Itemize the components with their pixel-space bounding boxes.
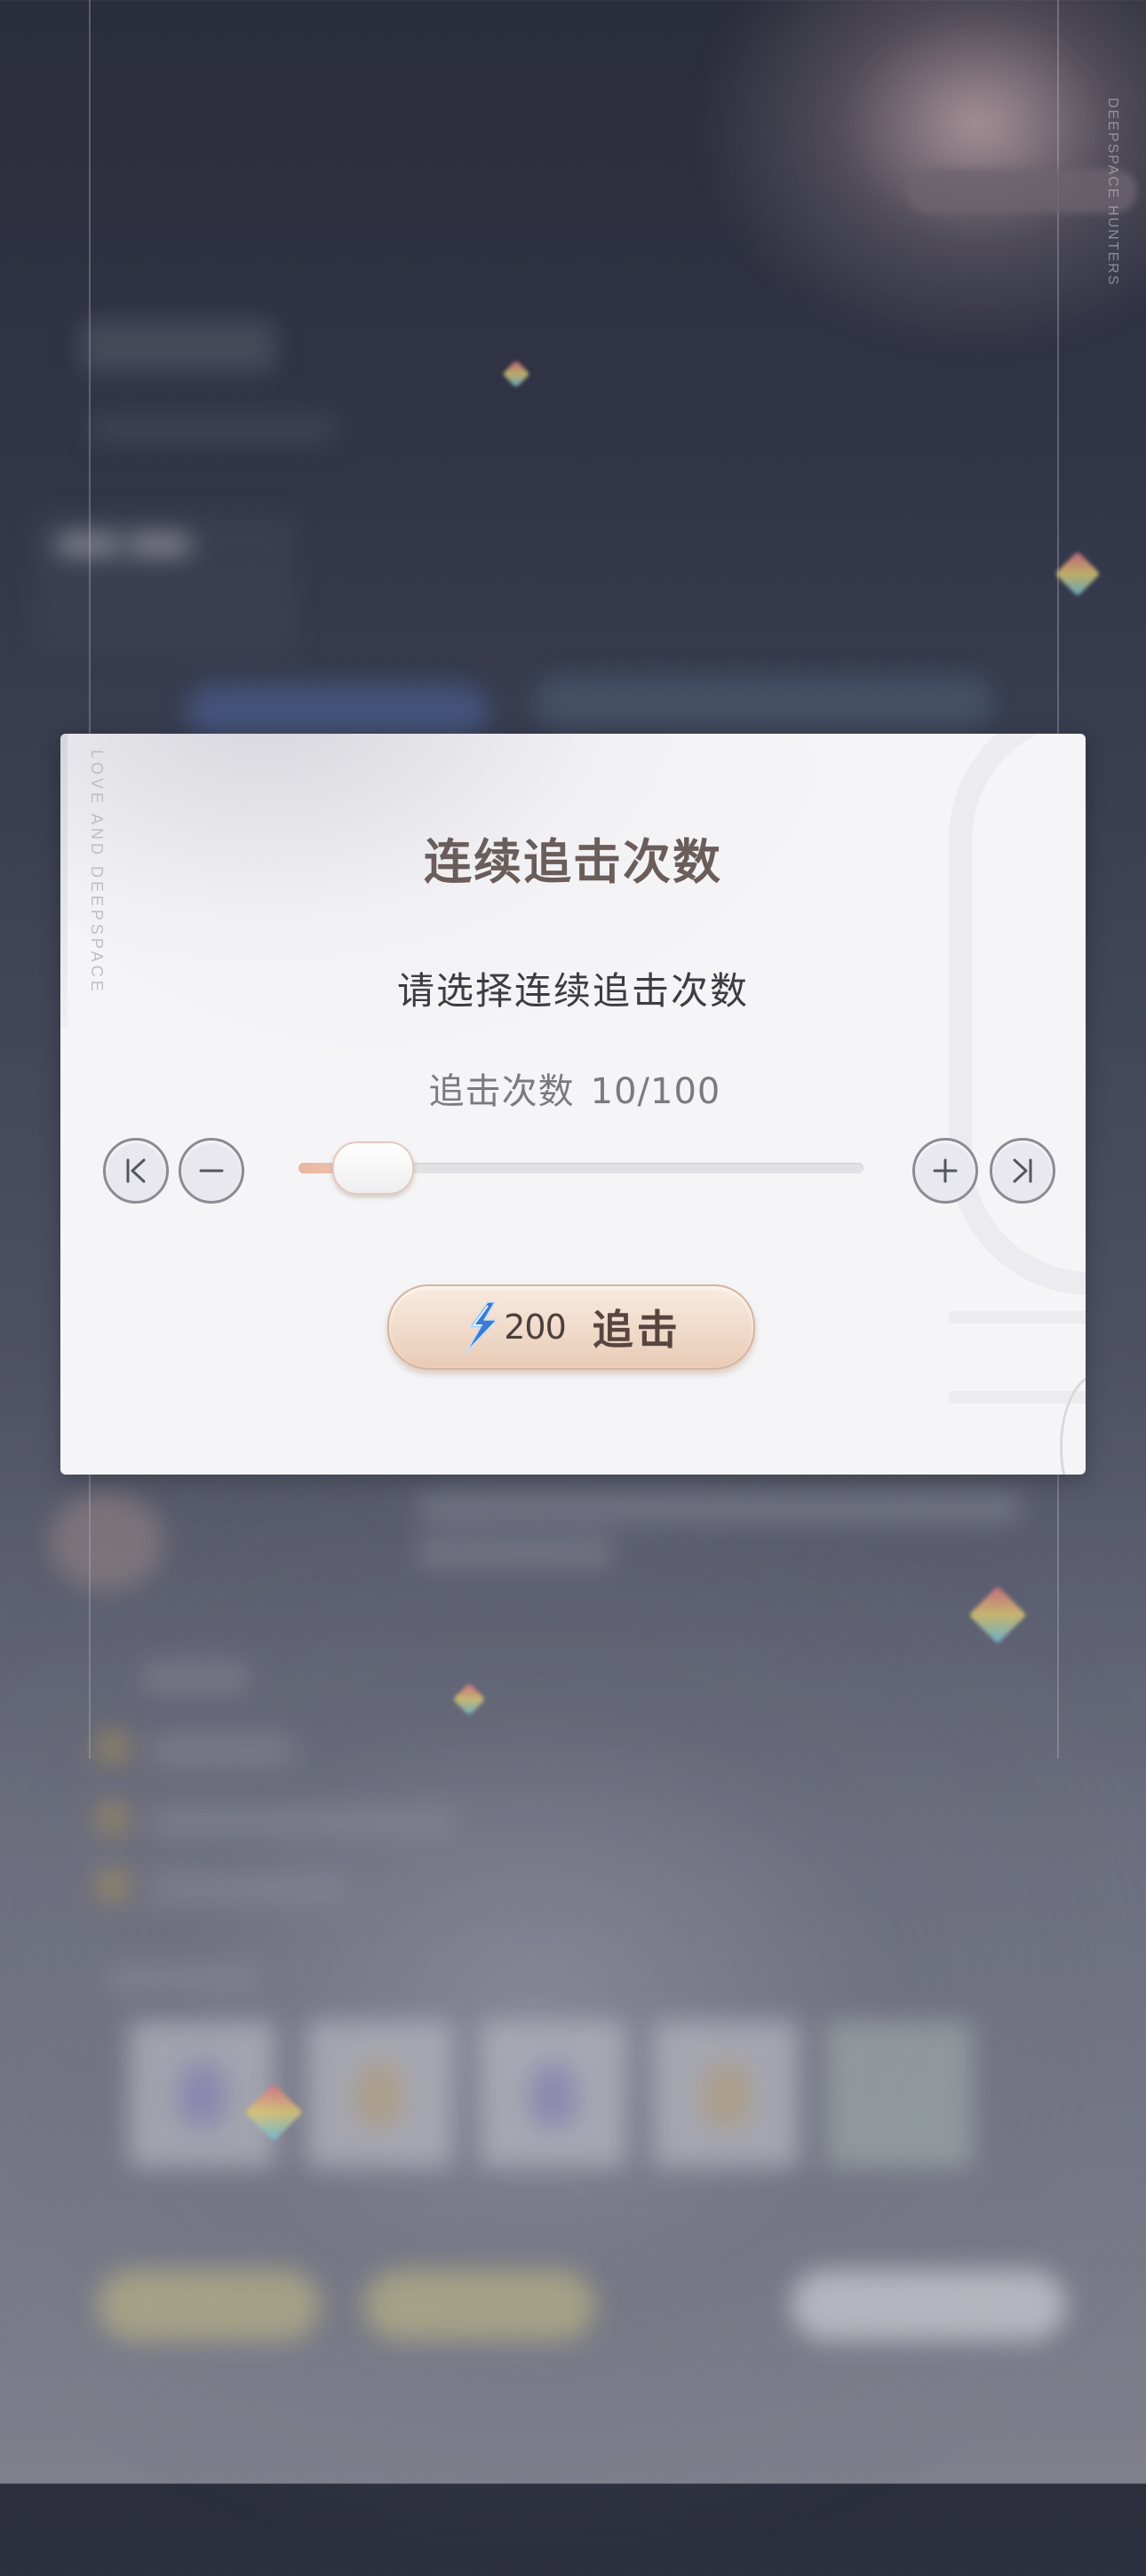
count-separator: / — [637, 1071, 651, 1112]
confirm-chase-label: 追击 — [592, 1306, 681, 1354]
skip-to-first-icon — [126, 1158, 146, 1183]
confirm-chase-button[interactable]: 200 追击 — [387, 1284, 755, 1370]
count-label: 追击次数 — [428, 1071, 575, 1112]
skip-to-last-icon — [1013, 1158, 1032, 1183]
count-max: 100 — [650, 1071, 721, 1112]
energy-bolt-icon — [466, 1301, 497, 1353]
dialog-title: 连续追击次数 — [424, 833, 722, 890]
dialog-description: 请选择连续追击次数 — [396, 969, 749, 1013]
minus-icon — [199, 1169, 224, 1173]
chase-cost: 200 — [504, 1308, 567, 1347]
set-maximum-button[interactable] — [990, 1138, 1055, 1204]
chase-count-display: 追击次数 10/100 — [60, 1062, 1086, 1114]
increase-button[interactable] — [912, 1138, 978, 1204]
decrease-button[interactable] — [179, 1138, 244, 1204]
chase-count-dialog: LOVE AND DEEPSPACE 连续追击次数 请选择连续追击次数 追击次数… — [60, 734, 1086, 1475]
count-current: 10 — [590, 1071, 638, 1112]
slider-thumb[interactable] — [331, 1141, 414, 1195]
plus-icon — [933, 1158, 958, 1183]
chase-count-slider[interactable] — [298, 1141, 863, 1195]
set-minimum-button[interactable] — [103, 1138, 169, 1204]
